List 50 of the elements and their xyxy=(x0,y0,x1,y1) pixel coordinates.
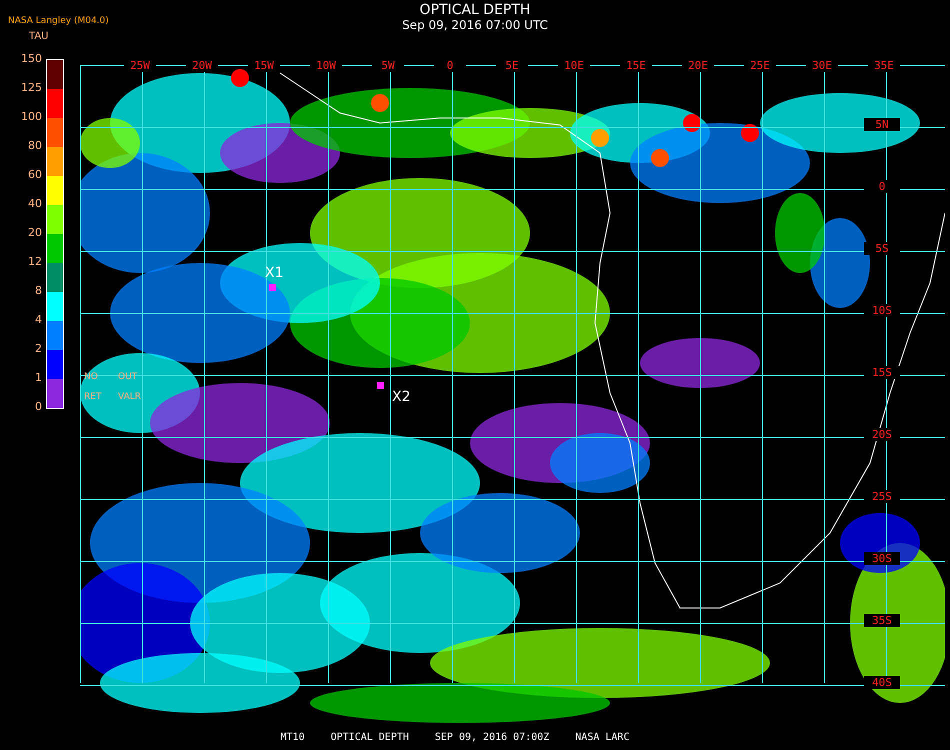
latitude-label: 30S xyxy=(864,552,900,565)
longitude-label: 10E xyxy=(558,59,590,72)
longitude-label: 0 xyxy=(434,59,466,72)
longitude-label: 20W xyxy=(186,59,218,72)
longitude-label: 30E xyxy=(806,59,838,72)
legend-tick-label: 60 xyxy=(28,168,42,183)
source-label: NASA Langley (M04.0) xyxy=(8,16,109,26)
legend-tick-label: 20 xyxy=(28,226,42,241)
legend-tick-label: 12 xyxy=(28,255,42,270)
longitude-label: 20E xyxy=(682,59,714,72)
legend-tick-label: 150 xyxy=(21,52,42,67)
legend-tick-label: 1 xyxy=(35,371,42,386)
footer-text: NASA LARC xyxy=(575,732,630,743)
key-note: NO xyxy=(84,372,99,382)
marker-label: X2 xyxy=(392,390,410,404)
key-note: OUT xyxy=(118,372,138,382)
chart-title: OPTICAL DEPTH xyxy=(420,2,530,18)
legend-tick-label: 100 xyxy=(21,110,42,125)
marker-label: X1 xyxy=(265,266,284,280)
latitude-label: 25S xyxy=(864,490,900,503)
legend-tick-label: 0 xyxy=(35,400,42,415)
longitude-label: 10W xyxy=(310,59,342,72)
latitude-label: 40S xyxy=(864,676,900,689)
longitude-label: 5E xyxy=(496,59,528,72)
footer-text: OPTICAL DEPTH xyxy=(330,732,409,743)
key-note: VALR xyxy=(118,392,142,402)
latitude-label: 15S xyxy=(864,366,900,379)
longitude-label: 15E xyxy=(620,59,652,72)
legend-tick-label: 8 xyxy=(35,284,42,299)
legend-unit: TAU xyxy=(29,31,48,42)
latitude-label: 5S xyxy=(864,242,900,255)
legend-tick-label: 40 xyxy=(28,197,42,212)
timestamp: Sep 09, 2016 07:00 UTC xyxy=(402,18,548,33)
longitude-label: 25E xyxy=(744,59,776,72)
latitude-label: 5N xyxy=(864,118,900,131)
latitude-label: 10S xyxy=(864,304,900,317)
legend-tick-label: 125 xyxy=(21,81,42,96)
longitude-label: 25W xyxy=(124,59,156,72)
longitude-label: 35E xyxy=(868,59,900,72)
footer-text: SEP 09, 2016 07:00Z xyxy=(434,732,550,743)
latitude-label: 0 xyxy=(864,180,900,193)
latitude-label: 20S xyxy=(864,428,900,441)
latitude-label: 35S xyxy=(864,614,900,627)
key-note: RET xyxy=(84,392,102,402)
legend-tick-label: 4 xyxy=(35,313,42,328)
legend-tick-label: 2 xyxy=(35,342,42,357)
longitude-label: 5W xyxy=(372,59,404,72)
longitude-label: 15W xyxy=(248,59,280,72)
legend-tick-label: 80 xyxy=(28,139,42,154)
footer-text: MT10 xyxy=(280,732,305,743)
